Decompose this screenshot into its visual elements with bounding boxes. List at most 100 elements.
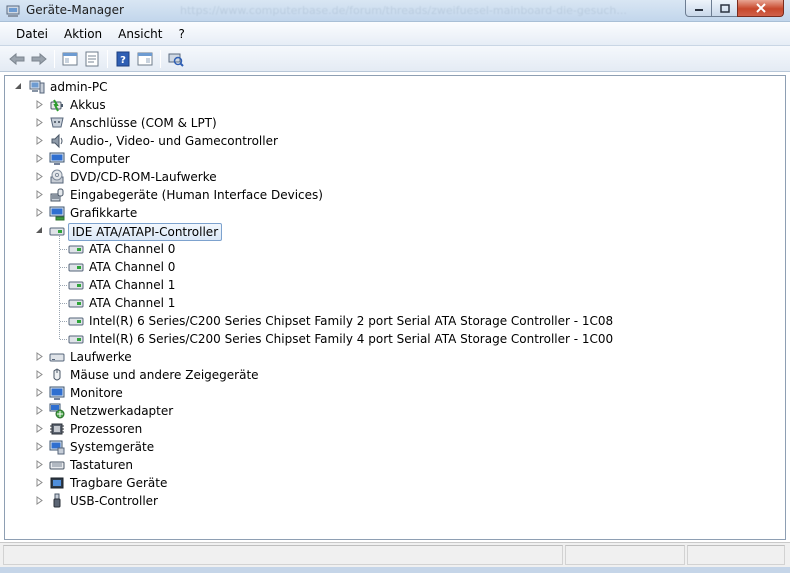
- title-bar[interactable]: Geräte-Manager https://www.computerbase.…: [0, 0, 790, 22]
- tree-category-item[interactable]: Tastaturen: [5, 456, 785, 474]
- tree-category-item[interactable]: DVD/CD-ROM-Laufwerke: [5, 168, 785, 186]
- tree-connector-line: [60, 249, 67, 250]
- port-icon: [49, 115, 65, 131]
- help-button[interactable]: ?: [112, 49, 134, 69]
- close-icon: [755, 3, 766, 13]
- tree-category-item[interactable]: IDE ATA/ATAPI-Controller: [5, 222, 785, 241]
- tree-connector-line: [60, 285, 67, 286]
- tree-device-item[interactable]: ATA Channel 0: [5, 258, 785, 276]
- tree-device-item[interactable]: ATA Channel 0: [5, 240, 785, 258]
- tree-category-item[interactable]: Anschlüsse (COM & LPT): [5, 114, 785, 132]
- expand-arrow-icon[interactable]: [35, 406, 44, 415]
- tree-category-label: Netzwerkadapter: [70, 404, 174, 418]
- expand-arrow-icon[interactable]: [35, 352, 44, 361]
- expand-arrow-icon[interactable]: [35, 172, 44, 181]
- tree-category-item[interactable]: Eingabegeräte (Human Interface Devices): [5, 186, 785, 204]
- ide-controller-icon: [68, 241, 84, 257]
- tree-connector-line: [60, 267, 67, 268]
- ide-controller-icon: [68, 313, 84, 329]
- expand-arrow-icon[interactable]: [35, 388, 44, 397]
- computer-root-icon: [29, 79, 45, 95]
- show-hide-console-tree-button[interactable]: [59, 49, 81, 69]
- tree-category-label: Eingabegeräte (Human Interface Devices): [70, 188, 323, 202]
- show-action-pane-icon: [137, 52, 153, 65]
- expand-arrow-icon[interactable]: [35, 424, 44, 433]
- tree-device-item[interactable]: Intel(R) 6 Series/C200 Series Chipset Fa…: [5, 312, 785, 330]
- tree-category-label: DVD/CD-ROM-Laufwerke: [70, 170, 217, 184]
- back-button[interactable]: [6, 49, 28, 69]
- tree-category-item[interactable]: Akkus: [5, 96, 785, 114]
- mouse-icon: [49, 367, 65, 383]
- menu-aktion[interactable]: Aktion: [56, 25, 110, 43]
- expand-arrow-icon[interactable]: [35, 370, 44, 379]
- status-pane-3: [687, 545, 785, 565]
- ide-controller-icon: [68, 259, 84, 275]
- tree-category-item[interactable]: Prozessoren: [5, 420, 785, 438]
- scan-hardware-button[interactable]: [165, 49, 187, 69]
- device-tree[interactable]: admin-PC Akkus Anschlüsse (COM & LPT) Audio…: [4, 75, 786, 540]
- menu-bar: Datei Aktion Ansicht ?: [0, 22, 790, 46]
- tree-category-item[interactable]: Netzwerkadapter: [5, 402, 785, 420]
- forward-button[interactable]: [28, 49, 50, 69]
- tree-category-item[interactable]: USB-Controller: [5, 492, 785, 510]
- tree-category-label: Tragbare Geräte: [70, 476, 168, 490]
- close-button[interactable]: [737, 0, 784, 17]
- expand-arrow-icon[interactable]: [35, 496, 44, 505]
- battery-icon: [49, 97, 65, 113]
- menu-ansicht[interactable]: Ansicht: [110, 25, 170, 43]
- speaker-icon: [49, 133, 65, 149]
- menu-help[interactable]: ?: [170, 25, 192, 43]
- disk-drive-icon: [49, 349, 65, 365]
- tree-category-label: Mäuse und andere Zeigegeräte: [70, 368, 259, 382]
- background-window-url: https://www.computerbase.de/forum/thread…: [180, 4, 627, 17]
- window-title: Geräte-Manager: [26, 3, 124, 17]
- expand-arrow-icon[interactable]: [35, 442, 44, 451]
- tree-device-label: Intel(R) 6 Series/C200 Series Chipset Fa…: [89, 332, 614, 346]
- tree-category-label: Akkus: [70, 98, 106, 112]
- tree-device-item[interactable]: ATA Channel 1: [5, 294, 785, 312]
- menu-datei[interactable]: Datei: [8, 25, 56, 43]
- expand-arrow-icon[interactable]: [35, 478, 44, 487]
- tree-root-item[interactable]: admin-PC: [5, 78, 785, 96]
- ide-controller-icon: [68, 295, 84, 311]
- expand-arrow-icon[interactable]: [35, 136, 44, 145]
- display-adapter-icon: [49, 205, 65, 221]
- help-icon: ?: [116, 51, 130, 66]
- expand-arrow-icon[interactable]: [35, 208, 44, 217]
- show-hide-console-tree-icon: [62, 52, 78, 65]
- status-pane-main: [3, 545, 563, 565]
- collapse-arrow-icon[interactable]: [14, 82, 23, 91]
- tree-category-item[interactable]: Grafikkarte: [5, 204, 785, 222]
- tree-category-item[interactable]: Monitore: [5, 384, 785, 402]
- expand-arrow-icon[interactable]: [35, 118, 44, 127]
- tree-device-item[interactable]: Intel(R) 6 Series/C200 Series Chipset Fa…: [5, 330, 785, 348]
- expand-arrow-icon[interactable]: [35, 460, 44, 469]
- usb-icon: [49, 493, 65, 509]
- tree-connector-line: [60, 339, 67, 340]
- tree-connector-line: [59, 236, 60, 339]
- show-action-pane-button[interactable]: [134, 49, 156, 69]
- expand-arrow-icon[interactable]: [35, 100, 44, 109]
- tree-device-label: ATA Channel 0: [89, 260, 176, 274]
- expand-arrow-icon[interactable]: [35, 190, 44, 199]
- dvd-drive-icon: [49, 169, 65, 185]
- toolbar-separator: [160, 49, 161, 68]
- properties-button[interactable]: [81, 49, 103, 69]
- tree-category-item[interactable]: Laufwerke: [5, 348, 785, 366]
- tree-category-item[interactable]: Tragbare Geräte: [5, 474, 785, 492]
- collapse-arrow-icon[interactable]: [35, 226, 44, 235]
- tree-category-item[interactable]: Audio-, Video- und Gamecontroller: [5, 132, 785, 150]
- scan-hardware-icon: [168, 53, 184, 67]
- tree-category-label: Audio-, Video- und Gamecontroller: [70, 134, 278, 148]
- tree-device-label: Intel(R) 6 Series/C200 Series Chipset Fa…: [89, 314, 614, 328]
- computer-icon: [49, 151, 65, 167]
- tree-category-item[interactable]: Computer: [5, 150, 785, 168]
- minimize-button[interactable]: [685, 0, 712, 17]
- tree-device-item[interactable]: ATA Channel 1: [5, 276, 785, 294]
- tree-category-label: Prozessoren: [70, 422, 143, 436]
- tree-category-item[interactable]: Systemgeräte: [5, 438, 785, 456]
- maximize-button[interactable]: [711, 0, 738, 17]
- expand-arrow-icon[interactable]: [35, 154, 44, 163]
- tree-category-item[interactable]: Mäuse und andere Zeigegeräte: [5, 366, 785, 384]
- tree-device-label: ATA Channel 0: [89, 242, 176, 256]
